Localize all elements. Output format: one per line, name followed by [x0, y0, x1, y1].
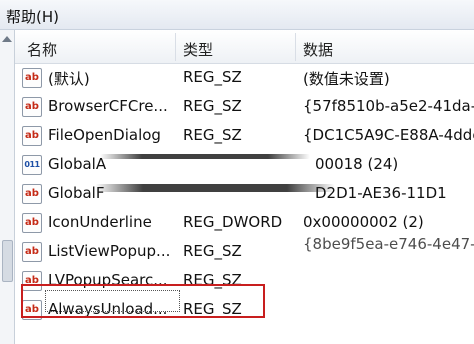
selection-focus [45, 290, 180, 312]
table-row[interactable]: ab FileOpenDialog REG_SZ {DC1C5A9C-E88A-… [15, 121, 474, 150]
value-type: REG_SZ [183, 97, 242, 115]
value-data: {8be9f5ea-e746-4e47- [303, 235, 474, 253]
value-name: IconUnderline [48, 213, 152, 231]
value-data: 00018 (24) [315, 155, 399, 173]
value-type: REG_DWORD [183, 213, 283, 231]
column-divider[interactable] [175, 33, 176, 61]
column-header-name[interactable]: 名称 [27, 39, 57, 60]
string-value-icon: ab [22, 184, 42, 204]
watermark-subtext: YING JIAN ZHI JIA.COM [356, 314, 444, 334]
value-data: {DC1C5A9C-E88A-4dde [303, 126, 474, 144]
redaction-smudge [100, 154, 310, 159]
table-row[interactable]: ab ListViewPopup... REG_SZ {8be9f5ea-e74… [15, 235, 474, 266]
column-header-type[interactable]: 类型 [183, 39, 213, 60]
value-data: D2D1-AE36-11D1 [315, 184, 447, 202]
string-value-icon: ab [22, 68, 42, 88]
watermark-text: 硬件之家 [356, 284, 456, 312]
value-type: REG_SZ [183, 242, 242, 260]
menu-help[interactable]: 帮助(H) [6, 6, 59, 27]
table-row[interactable]: ab BrowserCFCre... REG_SZ {57f8510b-a5e2… [15, 92, 474, 121]
value-name: FileOpenDialog [48, 126, 161, 144]
scroll-thumb[interactable] [2, 240, 13, 282]
value-data: (数值未设置) [303, 70, 390, 88]
column-header-data[interactable]: 数据 [303, 39, 333, 60]
string-value-icon: ab [22, 97, 42, 117]
string-value-icon: ab [22, 213, 42, 233]
watermark-logo-icon [308, 276, 348, 320]
table-row[interactable]: ab IconUnderline REG_DWORD 0x00000002 (2… [15, 208, 474, 237]
value-type: REG_SZ [183, 68, 242, 86]
column-divider[interactable] [295, 33, 296, 61]
scroll-up-arrow-icon[interactable] [2, 36, 12, 42]
table-row[interactable]: ab (默认) REG_SZ (数值未设置) [15, 63, 474, 92]
binary-value-icon: 011 [22, 155, 42, 175]
list-header: 名称 类型 数据 [15, 30, 474, 64]
redaction-smudge [95, 184, 335, 192]
value-data: 0x00000002 (2) [303, 213, 424, 231]
string-value-icon: ab [22, 126, 42, 146]
watermark: 硬件之家 YING JIAN ZHI JIA.COM [306, 272, 468, 334]
value-name: BrowserCFCre... [48, 97, 168, 115]
string-value-icon: ab [22, 242, 42, 262]
value-name: (默认) [48, 70, 90, 88]
menu-bar: 帮助(H) [0, 0, 474, 30]
value-type: REG_SZ [183, 126, 242, 144]
value-name: ListViewPopup... [48, 242, 171, 260]
value-data: {57f8510b-a5e2-41da- [303, 97, 474, 115]
tree-pane-scrollbar[interactable] [0, 30, 15, 344]
